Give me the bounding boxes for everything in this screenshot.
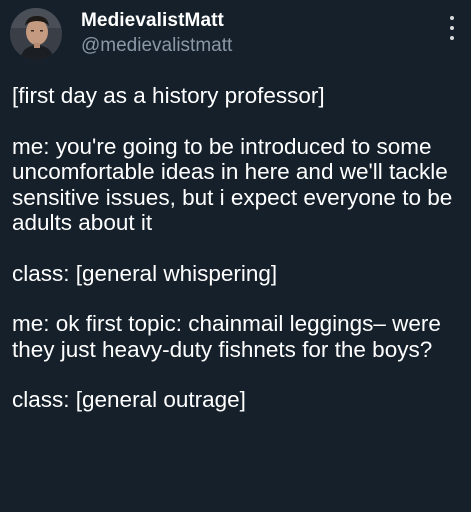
tweet-paragraph: class: [general outrage] [12,387,246,412]
more-vertical-icon[interactable] [444,16,460,50]
tweet: MedievalistMatt @medievalistmatt [first … [0,0,471,512]
tweet-text: [first day as a history professor] me: y… [12,83,462,438]
user-handle[interactable]: @medievalistmatt [81,34,232,58]
tweet-paragraph: class: [general whispering] [12,260,278,286]
avatar[interactable] [10,8,62,60]
tweet-header: MedievalistMatt @medievalistmatt [10,8,460,60]
avatar-image [10,8,62,60]
tweet-paragraph: me: you're going to be introduced to som… [12,133,453,236]
display-name[interactable]: MedievalistMatt [81,10,232,32]
tweet-paragraph: me: ok first topic: chainmail leggings– … [12,311,441,362]
tweet-paragraph: [first day as a history professor] [12,83,325,108]
author-names: MedievalistMatt @medievalistmatt [81,10,232,58]
